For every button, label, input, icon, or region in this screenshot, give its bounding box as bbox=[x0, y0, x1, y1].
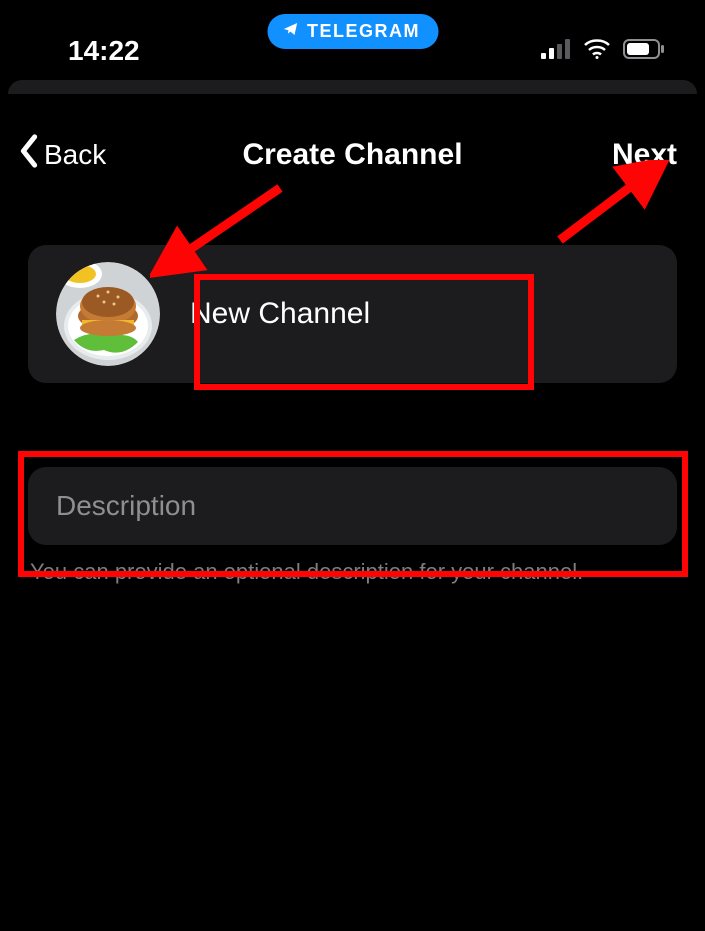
nav-header: Back Create Channel Next bbox=[0, 94, 705, 175]
sheet-grab-handle bbox=[8, 80, 697, 94]
channel-name-card bbox=[28, 245, 677, 383]
status-bar: 14:22 TELEGRAM bbox=[0, 0, 705, 70]
cellular-icon bbox=[541, 39, 571, 64]
status-time: 14:22 bbox=[68, 35, 140, 67]
next-button[interactable]: Next bbox=[612, 138, 677, 172]
description-input[interactable] bbox=[56, 490, 649, 522]
telegram-icon bbox=[281, 21, 299, 42]
chevron-left-icon bbox=[18, 134, 40, 175]
page-title: Create Channel bbox=[242, 138, 462, 172]
back-label: Back bbox=[44, 139, 106, 171]
status-right bbox=[541, 39, 665, 64]
channel-name-input[interactable] bbox=[180, 297, 659, 331]
description-card bbox=[28, 467, 677, 545]
telegram-pill[interactable]: TELEGRAM bbox=[267, 14, 438, 49]
back-button[interactable]: Back bbox=[18, 134, 106, 175]
channel-avatar[interactable] bbox=[56, 262, 160, 366]
telegram-pill-label: TELEGRAM bbox=[307, 21, 420, 42]
content: You can provide an optional description … bbox=[0, 175, 705, 587]
description-hint: You can provide an optional description … bbox=[28, 545, 677, 587]
battery-icon bbox=[623, 39, 665, 64]
wifi-icon bbox=[583, 39, 611, 64]
